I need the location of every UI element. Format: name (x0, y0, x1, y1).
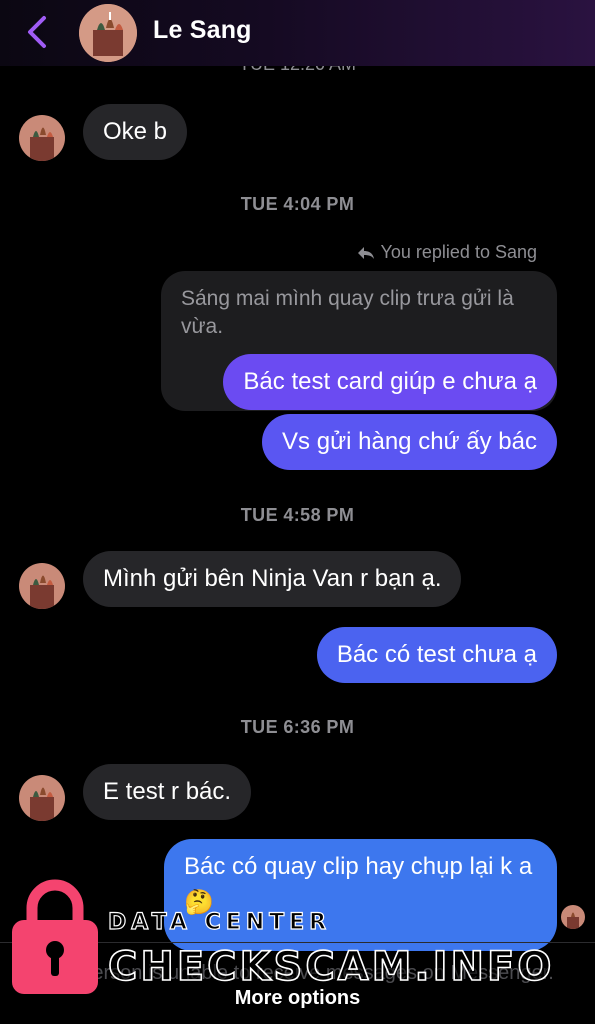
padlock-icon (12, 879, 98, 994)
message-bubble-incoming[interactable]: Oke b (83, 104, 188, 160)
contact-name[interactable]: Le Sang (153, 16, 252, 45)
message-bubble-outgoing[interactable]: Bác test card giúp e chưa ạ (223, 354, 557, 410)
sender-avatar[interactable] (19, 115, 65, 161)
chat-header: Le Sang (0, 0, 595, 66)
message-bubble-outgoing[interactable]: Bác có test chưa ạ (316, 627, 557, 683)
reply-indicator: You replied to Sang (357, 242, 537, 263)
timestamp: TUE 6:36 PM (240, 717, 355, 737)
sender-avatar[interactable] (19, 563, 65, 609)
message-bubble-incoming[interactable]: E test r bác. (83, 764, 252, 820)
message-bubble-incoming[interactable]: Mình gửi bên Ninja Van r bạn ạ. (83, 551, 462, 607)
timestamp: TUE 4:58 PM (240, 505, 355, 525)
watermark-title: CHECKSCAM.INFO (107, 943, 555, 991)
chevron-left-icon (28, 16, 46, 48)
reply-indicator-label: You replied to Sang (380, 242, 537, 262)
timestamp: TUE 4:04 PM (240, 194, 355, 214)
message-bubble-outgoing[interactable]: Vs gửi hàng chứ ấy bác (262, 414, 557, 470)
reply-arrow-icon (357, 247, 374, 259)
sender-avatar[interactable] (19, 775, 65, 821)
watermark: DATA CENTER CHECKSCAM.INFO (10, 876, 570, 996)
contact-avatar[interactable] (79, 4, 137, 62)
watermark-subtitle: DATA CENTER (107, 909, 332, 935)
back-button[interactable] (22, 14, 54, 50)
